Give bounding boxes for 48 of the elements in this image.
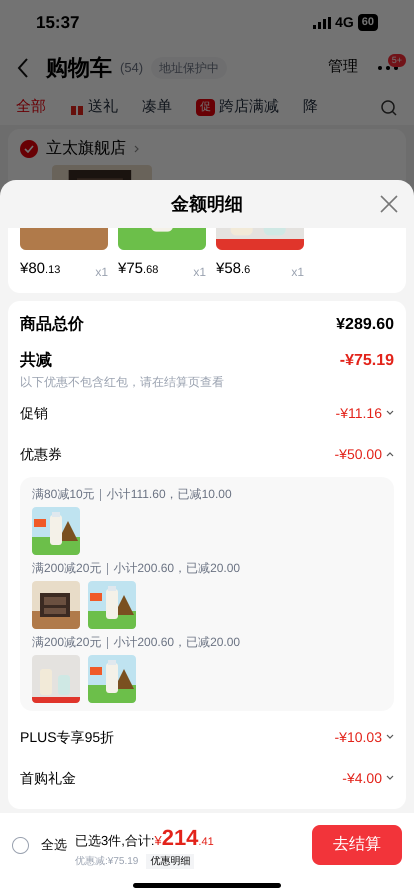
select-all-checkbox[interactable]: [12, 836, 29, 854]
search-icon[interactable]: [380, 98, 398, 116]
coupon-rule: 满200减20元｜小计200.60，已减20.00: [32, 634, 242, 650]
discount-value: -¥75.19: [340, 350, 394, 370]
total-label: 商品总价: [20, 314, 84, 334]
discount-row[interactable]: PLUS专享95折 -¥10.03: [20, 718, 394, 756]
discount-row[interactable]: 首购礼金 -¥4.00: [20, 760, 394, 796]
battery-level: 60: [358, 14, 378, 31]
coupon-rule: 满200减20元｜小计200.60，已减20.00: [32, 560, 242, 576]
discount-row[interactable]: 优惠券 -¥50.00: [20, 436, 394, 472]
checkout-button[interactable]: 去结算: [312, 825, 402, 865]
sheet-title: 金额明细: [171, 192, 243, 216]
discount-label: 共减: [20, 350, 52, 370]
back-icon[interactable]: [16, 56, 30, 78]
product-quantity: x1: [193, 264, 206, 280]
address-protection[interactable]: 地址保护中: [151, 56, 228, 78]
status-time: 15:37: [36, 12, 80, 34]
store-name[interactable]: 立太旗舰店: [46, 137, 126, 161]
product-price: ¥75.68: [118, 259, 158, 279]
discount-detail-button[interactable]: 优惠明细: [146, 854, 194, 869]
page-title: 购物车: [46, 54, 112, 82]
cart-count: (54): [120, 58, 144, 77]
saved-amount: 优惠减:¥75.19: [75, 854, 138, 869]
more-icon[interactable]: [378, 66, 398, 70]
filter-tab[interactable]: 降: [303, 96, 318, 119]
network-label: 4G: [335, 13, 354, 32]
total-value: ¥289.60: [336, 314, 394, 334]
notification-badge: 5+: [388, 54, 406, 67]
signal-icon: [313, 16, 332, 28]
filter-tab[interactable]: 全部: [16, 96, 46, 119]
chevron-right-icon: [134, 145, 139, 153]
manage-link[interactable]: 管理: [328, 56, 358, 79]
promo-badge: 促: [196, 99, 215, 116]
total-summary: 已选3件,合计:¥214.41: [75, 824, 214, 852]
store-checkbox[interactable]: [20, 140, 38, 158]
filter-tab[interactable]: 凑单: [142, 96, 172, 119]
product-quantity: x1: [95, 264, 108, 280]
product-price: ¥58.6: [216, 259, 250, 279]
filter-tab[interactable]: 促 跨店满减: [196, 96, 279, 119]
filter-tab[interactable]: 送礼: [70, 96, 118, 119]
coupon-rule: 满80减10元｜小计111.60，已减10.00: [32, 486, 233, 502]
discount-note: 以下优惠不包含红包，请在结算页查看: [20, 374, 225, 390]
check-icon: [24, 145, 34, 153]
discount-row[interactable]: 促销 -¥11.16: [20, 394, 394, 432]
close-icon[interactable]: [380, 195, 398, 213]
product-price: ¥80.13: [20, 259, 60, 279]
select-all-label: 全选: [41, 836, 67, 854]
product-quantity: x1: [291, 264, 304, 280]
